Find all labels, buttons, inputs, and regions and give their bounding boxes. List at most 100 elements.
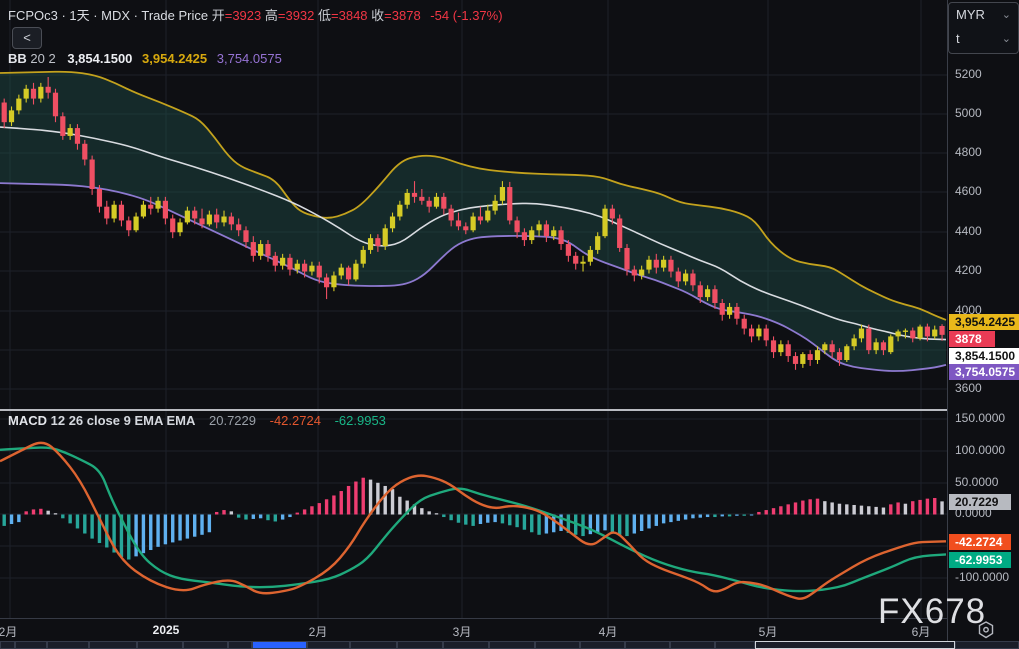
macd-histogram-bar <box>859 505 864 515</box>
strip-segment <box>580 641 625 649</box>
candle-body <box>763 328 769 341</box>
macd-histogram-bar <box>478 514 483 525</box>
macd-histogram-bar <box>339 491 343 515</box>
macd-histogram-bar <box>874 506 878 515</box>
macd-histogram-bar <box>332 495 336 515</box>
currency-selector[interactable]: MYR ⌄ <box>949 3 1018 27</box>
symbol-title[interactable]: FCPOc3 · 1天 · MDX · Trade Price <box>8 8 208 23</box>
candle-body <box>587 249 593 262</box>
strip-segment <box>625 641 670 649</box>
candle-body <box>924 326 931 337</box>
candle-body <box>309 265 315 272</box>
candle-body <box>126 220 132 231</box>
macd-histogram-bar <box>867 506 871 515</box>
macd-histogram-bar <box>522 514 527 530</box>
macd-histogram-bar <box>508 514 512 526</box>
macd-histogram-bar <box>493 514 497 523</box>
ohlc-label: 收 <box>367 8 385 23</box>
candle-body <box>433 196 440 207</box>
macd-histogram-bar <box>295 512 299 515</box>
macd-histogram-bar <box>244 514 248 520</box>
macd-histogram-bar <box>346 485 351 515</box>
candle-body <box>148 204 154 209</box>
back-button[interactable]: < <box>12 27 42 49</box>
macd-histogram-bar <box>288 514 292 518</box>
macd-histogram-bar <box>705 514 710 518</box>
macd-histogram-bar <box>595 514 600 533</box>
macd-histogram-bar <box>852 504 856 515</box>
candle-body <box>712 289 718 303</box>
candle-body <box>287 257 293 270</box>
macd-histogram-bar <box>39 508 43 515</box>
candle-body <box>302 263 308 272</box>
price-label-chip: 20.7229 <box>949 494 1011 510</box>
candle-body <box>221 216 227 223</box>
macd-histogram-bar <box>837 503 842 515</box>
price-scale[interactable]: 5200 5000 4800 4600 4400 4200 4000 3600 150.0000… <box>947 0 1019 641</box>
axis-tick-label: 4600 <box>955 184 982 198</box>
ohlc-values: 开=3923 高=3932 低=3848 收=3878 <box>212 8 421 23</box>
price-label-chip: -42.2724 <box>949 534 1011 550</box>
strip-segment <box>307 641 350 649</box>
strip-segment <box>397 641 443 649</box>
macd-histogram-bar <box>911 501 915 515</box>
macd-histogram-bar <box>683 514 688 520</box>
candle-body <box>858 328 865 339</box>
strip-segment <box>715 641 755 649</box>
currency-label: MYR <box>956 7 985 22</box>
candle-body <box>551 230 557 237</box>
macd-histogram-bar <box>771 508 776 515</box>
candle-body <box>726 306 733 315</box>
bb-upper-value: 3,954.2425 <box>142 51 208 66</box>
strip-segment <box>15 641 47 649</box>
macd-histogram-bar <box>925 498 930 515</box>
candle-body <box>639 269 645 276</box>
candle-body <box>250 242 256 256</box>
candle-body <box>272 255 278 266</box>
strip-segment <box>489 641 535 649</box>
macd-pane[interactable] <box>0 411 947 619</box>
candle-body <box>888 336 894 353</box>
macd-chart[interactable] <box>0 411 947 619</box>
macd-histogram-bar <box>742 514 746 516</box>
macd-legend[interactable]: MACD 12 26 close 9 EMA EMA 20.7229 -42.2… <box>8 413 386 428</box>
axis-tick-label: 5000 <box>955 106 982 120</box>
macd-histogram-bar <box>625 514 629 537</box>
candle-body <box>397 204 403 217</box>
candle-body <box>690 273 696 286</box>
time-tick-label: 3月 <box>452 625 472 639</box>
macd-signal-value: -62.9953 <box>334 413 386 428</box>
strip-segment <box>755 641 955 649</box>
axis-tick-label: -100.0000 <box>955 570 1010 584</box>
macd-histogram-bar <box>156 514 160 547</box>
candle-body <box>30 88 37 99</box>
macd-histogram-bar <box>610 514 615 533</box>
bb-label: BB <box>8 51 27 66</box>
bb-legend[interactable]: BB 20 2 3,854.1500 3,954.2425 3,754.0575 <box>8 51 282 66</box>
ohlc-value: =3878 <box>384 8 421 23</box>
candle-body <box>338 267 344 276</box>
candle-body <box>316 265 322 278</box>
candle-body <box>631 269 637 276</box>
unit-selector[interactable]: t ⌄ <box>949 27 1018 51</box>
axis-tick-label: 5200 <box>955 67 982 81</box>
pane-separator[interactable] <box>0 409 1019 411</box>
macd-histogram-bar <box>903 503 908 515</box>
price-label-chip: 3,954.2425 <box>949 314 1019 330</box>
macd-histogram-bar <box>713 514 717 518</box>
candle-body <box>499 187 506 201</box>
macd-params: 12 26 close 9 EMA EMA <box>50 413 196 428</box>
macd-histogram-bar <box>471 514 475 526</box>
time-scale[interactable]: 12月20252月3月4月5月6月 <box>0 619 1019 641</box>
macd-histogram-bar <box>236 514 241 518</box>
macd-histogram-bar <box>317 503 321 515</box>
macd-histogram-bar <box>398 496 402 515</box>
macd-histogram-bar <box>449 514 453 521</box>
macd-histogram-bar <box>251 514 256 519</box>
candle-body <box>111 204 117 219</box>
candle-body <box>67 128 73 136</box>
macd-histogram-bar <box>420 508 424 515</box>
macd-histogram-bar <box>2 514 6 526</box>
macd-histogram-bar <box>324 499 329 515</box>
candle-body <box>939 325 945 335</box>
